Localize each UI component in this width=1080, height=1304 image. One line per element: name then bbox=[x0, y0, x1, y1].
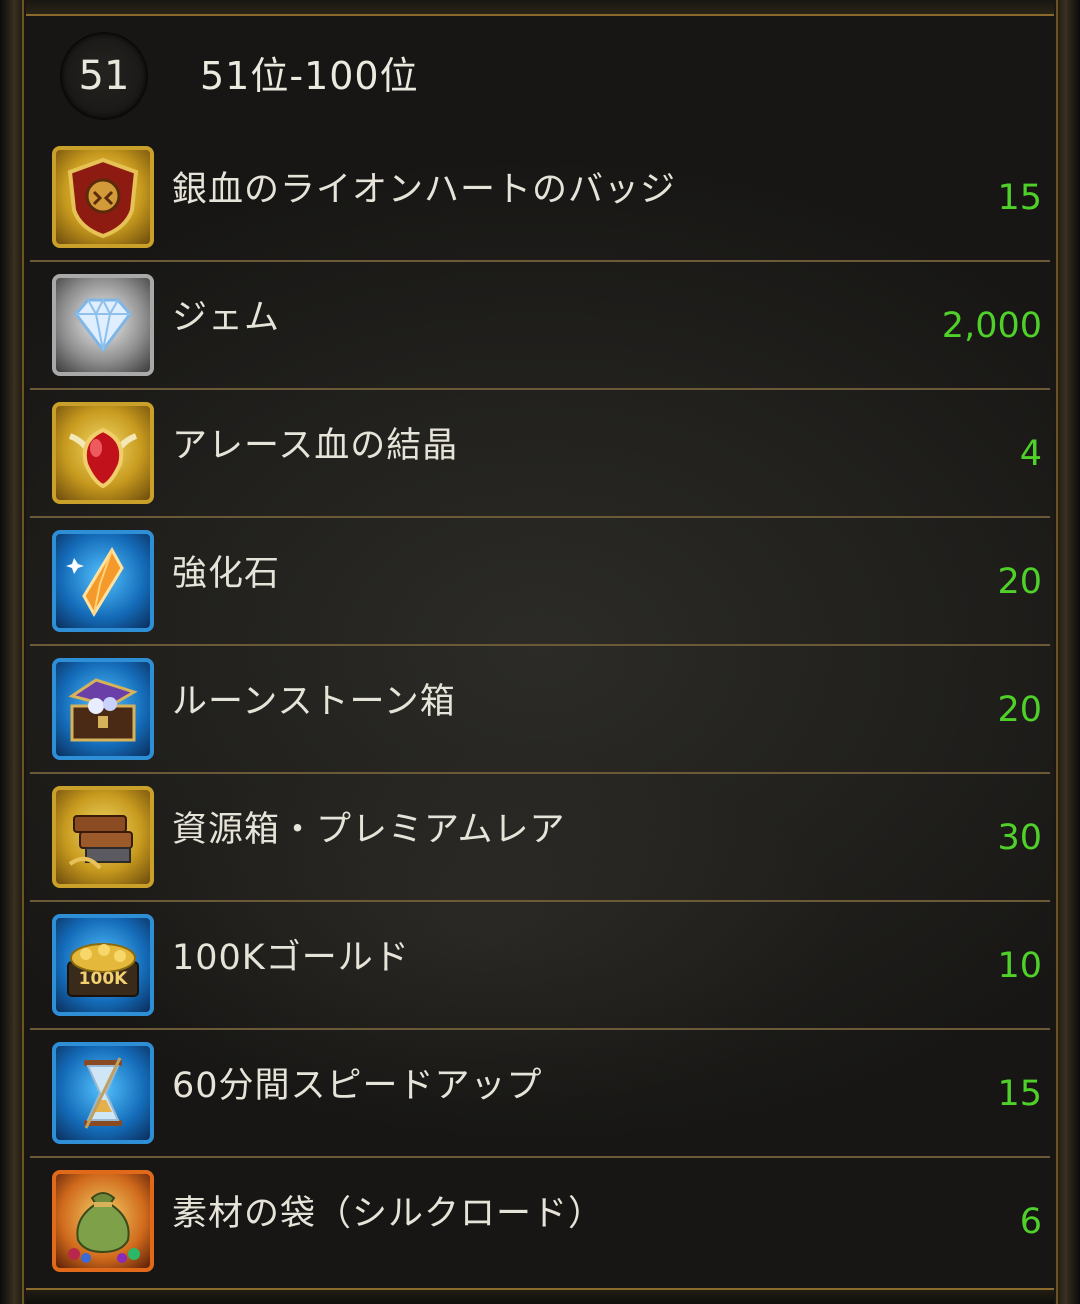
svg-text:100K: 100K bbox=[79, 969, 128, 989]
reward-name: ルーンストーン箱 bbox=[172, 682, 456, 722]
reward-row: 60分間スピードアップ 15 bbox=[30, 1030, 1050, 1158]
reward-name: 資源箱・プレミアムレア bbox=[172, 810, 566, 850]
reward-row: 100K 100Kゴールド 10 bbox=[30, 902, 1050, 1030]
reward-row: アレース血の結晶 4 bbox=[30, 390, 1050, 518]
reward-count: 30 bbox=[997, 818, 1042, 858]
reward-name: ジェム bbox=[172, 298, 281, 338]
material-bag-icon[interactable] bbox=[52, 1170, 154, 1272]
reward-list: 銀血のライオンハートのバッジ 15 ジェム 2,000 アレース血の結晶 4 強… bbox=[30, 134, 1050, 1286]
reward-row: ジェム 2,000 bbox=[30, 262, 1050, 390]
reward-row: ルーンストーン箱 20 bbox=[30, 646, 1050, 774]
resource-box-icon[interactable] bbox=[52, 786, 154, 888]
panel-bottom-border bbox=[26, 1288, 1054, 1304]
panel-top-border bbox=[26, 0, 1054, 16]
reward-row: 銀血のライオンハートのバッジ 15 bbox=[30, 134, 1050, 262]
reward-name: 素材の袋（シルクロード） bbox=[172, 1194, 605, 1234]
reward-name: アレース血の結晶 bbox=[172, 426, 459, 466]
hourglass-icon[interactable] bbox=[52, 1042, 154, 1144]
reward-row: 強化石 20 bbox=[30, 518, 1050, 646]
gold-coins-icon[interactable]: 100K bbox=[52, 914, 154, 1016]
runestone-chest-icon[interactable] bbox=[52, 658, 154, 760]
reward-name: 強化石 bbox=[172, 554, 281, 594]
reward-count: 4 bbox=[1019, 434, 1042, 474]
gem-icon[interactable] bbox=[52, 274, 154, 376]
reward-name: 100Kゴールド bbox=[172, 938, 410, 978]
reward-row: 資源箱・プレミアムレア 30 bbox=[30, 774, 1050, 902]
rank-tier-header: 51 51位-100位 bbox=[30, 18, 1050, 136]
rank-badge: 51 bbox=[62, 34, 146, 118]
reward-count: 10 bbox=[997, 946, 1042, 986]
panel-left-border bbox=[0, 0, 26, 1304]
lionheart-badge-icon[interactable] bbox=[52, 146, 154, 248]
reward-count: 6 bbox=[1019, 1202, 1042, 1242]
ares-blood-crystal-icon[interactable] bbox=[52, 402, 154, 504]
panel-right-border bbox=[1054, 0, 1080, 1304]
reward-count: 20 bbox=[997, 690, 1042, 730]
reward-count: 15 bbox=[997, 178, 1042, 218]
reward-count: 2,000 bbox=[941, 306, 1042, 346]
reward-name: 60分間スピードアップ bbox=[172, 1066, 543, 1106]
enhancement-stone-icon[interactable] bbox=[52, 530, 154, 632]
reward-name: 銀血のライオンハートのバッジ bbox=[172, 170, 677, 210]
rank-tier-title: 51位-100位 bbox=[200, 54, 419, 98]
reward-count: 15 bbox=[997, 1074, 1042, 1114]
reward-count: 20 bbox=[997, 562, 1042, 602]
reward-row: 素材の袋（シルクロード） 6 bbox=[30, 1158, 1050, 1286]
